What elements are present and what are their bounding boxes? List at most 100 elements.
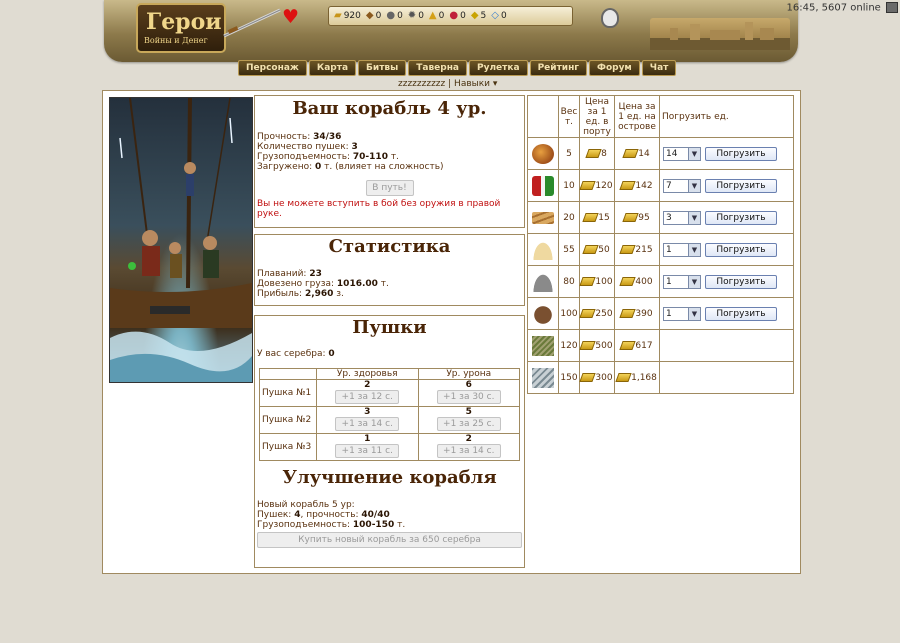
cargo-island-price: 390 — [635, 308, 653, 319]
flask-icon[interactable] — [601, 8, 619, 28]
load-button[interactable]: Погрузить — [705, 210, 777, 225]
cargo-island-price: 14 — [638, 148, 650, 159]
nav-character[interactable]: Персонаж — [238, 60, 307, 76]
resource-crystal: 0 — [438, 11, 445, 21]
cargo-weight: 120 — [558, 329, 580, 362]
quantity-select[interactable]: 1 ▼ — [663, 274, 701, 289]
clock-text: 16:45, 5607 online — [786, 2, 881, 14]
cannons-table: Ур. здоровья Ур. урона Пушка №1 2 +1 за 1… — [259, 368, 520, 461]
quantity-select[interactable]: 3 ▼ — [663, 210, 701, 225]
fruit-sack-icon — [532, 143, 554, 164]
table-row: 100 250 390 1 ▼ Погрузить — [527, 297, 794, 330]
load-button[interactable]: Погрузить — [705, 146, 777, 161]
logo-subtitle: Войны и Денег — [144, 36, 208, 45]
gold-icon — [622, 212, 639, 222]
cannons-title: Пушки — [352, 317, 427, 338]
quantity-select[interactable]: 1 ▼ — [663, 306, 701, 321]
resource-ore: 0 — [397, 11, 403, 21]
stat-voyages: Плаваний: 23 — [257, 269, 322, 279]
sulfur-icon: ◆ — [470, 10, 479, 21]
cargo-port-price: 500 — [595, 340, 613, 351]
monitor-icon[interactable] — [886, 2, 898, 13]
upgrade-damage-button[interactable]: +1 за 14 с. — [436, 444, 501, 458]
set-sail-button[interactable]: В путь! — [365, 180, 414, 196]
load-button[interactable]: Погрузить — [705, 274, 777, 289]
gold-icon — [619, 308, 637, 318]
stat-profit: Прибыль: 2,960 з. — [257, 289, 344, 299]
buy-ship-button[interactable]: Купить новый корабль за 650 серебра — [257, 532, 522, 548]
cargo-weight: 10 — [558, 169, 580, 202]
upgrade-damage-button[interactable]: +1 за 30 с. — [436, 390, 501, 404]
ship-durability: Прочность: 34/36 — [257, 132, 342, 142]
upgrade-health-button[interactable]: +1 за 14 с. — [335, 417, 400, 431]
load-button[interactable]: Погрузить — [705, 242, 777, 257]
nav-map[interactable]: Карта — [308, 60, 357, 76]
nav-rating[interactable]: Рейтинг — [529, 60, 588, 76]
table-row: 5 8 14 14 ▼ Погрузить — [527, 137, 794, 170]
cannon-damage-level: 5 — [465, 407, 472, 417]
wood-planks-icon — [532, 211, 554, 224]
upgrade-health-button[interactable]: +1 за 11 с. — [335, 444, 400, 458]
castle-icon — [650, 22, 790, 50]
nav-chat[interactable]: Чат — [641, 60, 677, 76]
quantity-select[interactable]: 1 ▼ — [663, 242, 701, 257]
cargo-port-price: 8 — [601, 148, 607, 159]
cargo-port-price: 100 — [595, 276, 613, 287]
cargo-weight: 150 — [558, 361, 580, 394]
gold-icon — [582, 212, 599, 222]
table-row: 20 15 95 3 ▼ Погрузить — [527, 201, 794, 234]
nav-tavern[interactable]: Таверна — [408, 60, 467, 76]
crossed-swords-icon — [223, 8, 281, 38]
upgrade-health-button[interactable]: +1 за 12 с. — [335, 390, 400, 404]
gold-icon — [619, 276, 637, 286]
gem-icon: ● — [449, 10, 459, 21]
cargo-port-price: 15 — [598, 212, 610, 223]
resource-bar: ▰ 920 ◆ 0 ● 0 ✹ 0 ▲ 0 ● 0 ◆ 5 ◇ 0 — [328, 6, 573, 26]
cannon-name: Пушка №2 — [259, 406, 317, 434]
chevron-down-icon: ▼ — [688, 179, 700, 192]
gold-icon — [615, 372, 632, 382]
game-logo[interactable]: Герои Войны и Денег — [136, 3, 226, 53]
load-button[interactable]: Погрузить — [705, 178, 777, 193]
chevron-down-icon: ▼ — [688, 307, 700, 320]
nav-roulette[interactable]: Рулетка — [469, 60, 528, 76]
gold-icon — [619, 180, 637, 190]
clay-pot-icon — [532, 303, 554, 324]
quantity-select[interactable]: 7 ▼ — [663, 178, 701, 193]
resource-gear: 0 — [418, 11, 424, 21]
nav-forum[interactable]: Форум — [589, 60, 640, 76]
col-damage-level: Ур. урона — [417, 368, 520, 380]
table-row: Пушка №3 1 +1 за 11 с. 2 +1 за 14 с. — [259, 433, 520, 461]
metal-bars-icon — [532, 367, 554, 388]
table-row: Пушка №1 2 +1 за 12 с. 6 +1 за 30 с. — [259, 379, 520, 407]
upgrade-title: Улучшение корабля — [282, 467, 497, 488]
nav-battles[interactable]: Битвы — [358, 60, 407, 76]
resource-wood: 0 — [375, 11, 382, 21]
health-heart-icon: ♥ — [282, 6, 300, 28]
table-row: 55 50 215 1 ▼ Погрузить — [527, 233, 794, 266]
load-button[interactable]: Погрузить — [705, 306, 777, 321]
skills-menu[interactable]: Навыки ▾ — [454, 79, 497, 89]
cannon-damage-level: 6 — [465, 380, 472, 390]
quantity-select[interactable]: 14 ▼ — [663, 146, 701, 161]
cargo-weight: 55 — [558, 233, 580, 266]
cargo-weight: 20 — [558, 201, 580, 234]
silver-amount: У вас серебра: 0 — [257, 349, 335, 359]
resource-diamond: 0 — [500, 11, 507, 21]
gold-icon — [585, 148, 602, 158]
cannon-health-level: 1 — [364, 434, 371, 444]
username-link[interactable]: zzzzzzzzzz — [398, 79, 445, 89]
gold-icon — [579, 180, 597, 190]
logo-title: Герои — [146, 9, 222, 35]
chevron-down-icon: ▼ — [688, 243, 700, 256]
herb-bundle-icon — [532, 335, 554, 356]
table-row: 10 120 142 7 ▼ Погрузить — [527, 169, 794, 202]
chevron-down-icon: ▼ — [688, 275, 700, 288]
gold-icon — [622, 148, 639, 158]
cargo-weight: 100 — [558, 297, 580, 330]
gold-icon — [619, 340, 637, 350]
upgrade-damage-button[interactable]: +1 за 25 с. — [436, 417, 501, 431]
table-row: 80 100 400 1 ▼ Погрузить — [527, 265, 794, 298]
cannon-name: Пушка №1 — [259, 379, 317, 407]
cargo-island-price: 400 — [635, 276, 653, 287]
